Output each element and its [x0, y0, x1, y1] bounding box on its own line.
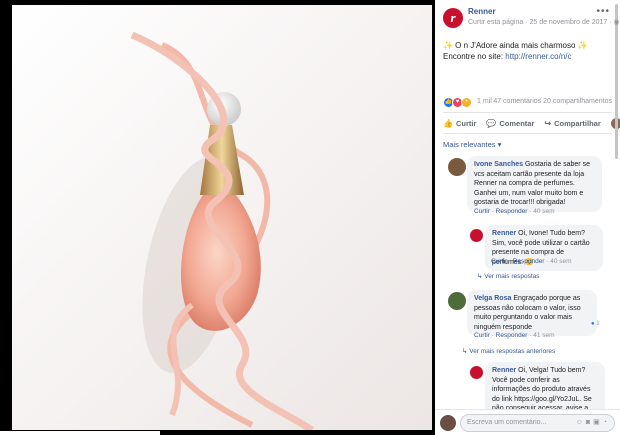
comment-author[interactable]: Velga Rosa: [474, 295, 511, 302]
like-button[interactable]: 👍 Curtir: [443, 119, 476, 128]
comment-author[interactable]: Renner: [492, 367, 516, 374]
photo-viewer: r Renner Curtir esta página · 25 de nove…: [0, 0, 620, 435]
page-name[interactable]: Renner: [468, 7, 496, 16]
post-header: r Renner Curtir esta página · 25 de nove…: [435, 0, 620, 34]
reaction-icons[interactable]: 👍 ♥ •: [443, 97, 472, 108]
avatar[interactable]: [448, 292, 466, 310]
comment-time[interactable]: 40 sem: [550, 258, 571, 265]
gif-icon[interactable]: ▣: [593, 419, 603, 426]
comment-share-count[interactable]: 47 comentários 20 compartilhamentos: [493, 98, 612, 105]
wow-reaction-icon: •: [461, 97, 472, 108]
comment-icon: 💬: [486, 118, 497, 128]
avatar[interactable]: [448, 158, 466, 176]
comment-button[interactable]: 💬 Comentar: [486, 119, 534, 128]
post-link[interactable]: http://renner.co/n/c: [505, 52, 571, 61]
perfume-image: [12, 5, 432, 430]
view-previous-replies-link[interactable]: ↳ Ver mais respostas anteriores: [462, 347, 555, 355]
post-photo[interactable]: [12, 5, 432, 430]
comment-sort-dropdown[interactable]: Mais relevantes ▾: [435, 134, 620, 152]
sticker-icon[interactable]: ◔: [603, 419, 610, 426]
comment-like-link[interactable]: Curtir: [474, 208, 490, 215]
comment-time[interactable]: 40 sem: [533, 208, 554, 215]
comment-composer: Escreva um comentário... ☺◙▣◔: [435, 409, 620, 435]
comment-like-link[interactable]: Curtir: [474, 332, 490, 339]
comment-meta: Curtir · Responder · 40 sem: [491, 258, 572, 265]
more-options-icon[interactable]: •••: [596, 6, 610, 17]
share-icon: ↪: [544, 118, 552, 128]
view-more-replies-link[interactable]: ↳ Ver mais respostas: [477, 272, 540, 280]
reactions-bar: 👍 ♥ • 1 mil 47 comentários 20 compartilh…: [443, 94, 612, 112]
page-avatar[interactable]: r: [443, 8, 463, 28]
thumbs-up-icon: 👍: [443, 118, 453, 128]
comment-reply-link[interactable]: Responder: [496, 332, 528, 339]
globe-icon: ◉: [613, 19, 620, 26]
comment-like-badge[interactable]: ● 1: [591, 321, 600, 327]
header-sub-text[interactable]: Curtir esta página · 25 de novembro de 2…: [468, 19, 612, 26]
comment-meta: Curtir · Responder · 40 sem: [474, 208, 555, 215]
comment-reply-link[interactable]: Responder: [496, 208, 528, 215]
share-button[interactable]: ↪ Compartilhar: [544, 119, 600, 128]
post-subheader: Curtir esta página · 25 de novembro de 2…: [468, 18, 620, 26]
view-previous-replies-label: Ver mais respostas anteriores: [469, 348, 556, 355]
avatar: [440, 415, 456, 431]
composer-icons: ☺◙▣◔: [576, 418, 610, 426]
view-more-replies-label: Ver mais respostas: [484, 273, 540, 280]
post-panel: r Renner Curtir esta página · 25 de nove…: [435, 0, 620, 435]
comment-bubble: Ivone Sanches Gostaria de saber se vcs a…: [467, 156, 602, 212]
comment-author[interactable]: Ivone Sanches: [474, 161, 523, 168]
action-bar: 👍 Curtir 💬 Comentar ↪ Compartilhar ▼: [443, 112, 620, 134]
like-reaction-icon: ●: [591, 321, 595, 327]
comment-label: Comentar: [499, 118, 535, 128]
emoji-icon[interactable]: ☺: [576, 419, 586, 426]
comment-time[interactable]: 41 sem: [533, 332, 554, 339]
like-count: 1: [596, 321, 600, 327]
post-text: ✨ O n J'Adore ainda mais charmoso ✨ Enco…: [435, 34, 620, 94]
avatar[interactable]: [470, 229, 483, 242]
comment-like-link[interactable]: Curtir: [491, 258, 507, 265]
comment-bubble: Velga Rosa Engraçado porque as pessoas n…: [467, 290, 597, 336]
avatar[interactable]: [470, 366, 483, 379]
like-label: Curtir: [455, 118, 477, 128]
reaction-count[interactable]: 1 mil: [477, 98, 492, 105]
comment-meta: Curtir · Responder · 41 sem: [474, 332, 555, 339]
comment-author[interactable]: Renner: [492, 230, 516, 237]
share-label: Compartilhar: [554, 118, 601, 128]
bottom-strip: [0, 431, 160, 435]
comment-reply-link[interactable]: Responder: [513, 258, 545, 265]
